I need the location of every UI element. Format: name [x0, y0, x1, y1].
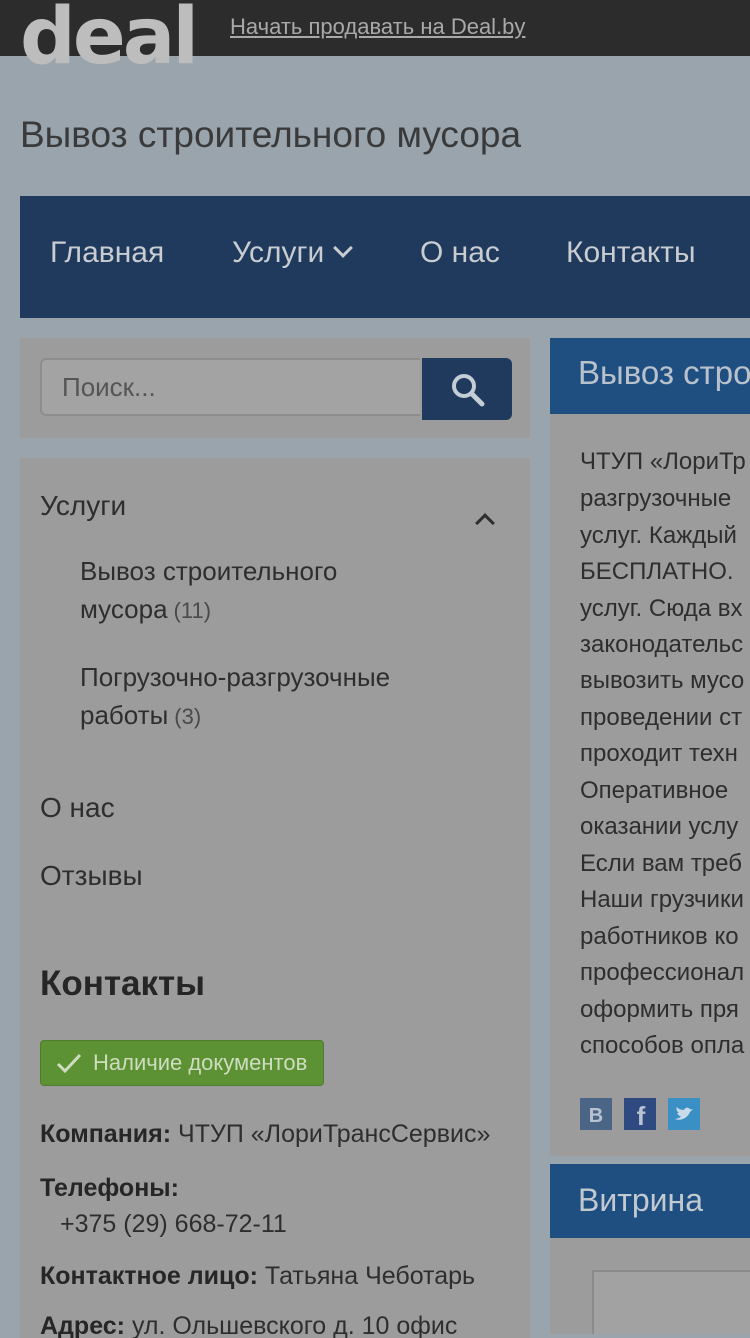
description-line: БЕСПЛАТНО.: [580, 558, 734, 585]
contacts-title: Контакты: [40, 964, 206, 1003]
description-line: ЧТУП «ЛориТр: [580, 448, 746, 475]
contact-person-value: Татьяна Чеботарь: [264, 1262, 476, 1290]
sidebar: Услуги Вывоз строительного мусора (11) По…: [20, 458, 530, 1338]
deal-logo[interactable]: deal: [20, 0, 199, 76]
address-info: Адрес: ул. Ольшевского д. 10 офис: [40, 1312, 457, 1338]
main-content-title: Вывоз стро: [578, 354, 750, 391]
subitem-label-line1: Погрузочно-разгрузочные: [80, 662, 391, 692]
description-line: Наши грузчики: [580, 886, 744, 913]
sidebar-item-about[interactable]: О нас: [40, 792, 115, 824]
subitem-label-line2: работы: [80, 700, 169, 730]
vkontakte-icon[interactable]: B: [580, 1098, 612, 1130]
contact-person-label: Контактное лицо:: [40, 1262, 258, 1290]
description-line: законодательс: [580, 631, 744, 658]
top-bar: deal Начать продавать на Deal.by: [0, 0, 750, 76]
description-line: проходит техн: [580, 740, 738, 767]
company-label: Компания:: [40, 1120, 172, 1148]
nav-item-contacts[interactable]: Контакты: [566, 236, 696, 270]
subitem-label-line2: мусора: [80, 594, 168, 624]
company-info: Компания: ЧТУП «ЛориТрансСервис»: [40, 1120, 490, 1149]
main-nav: Главная Услуги О нас Контакты: [20, 196, 750, 318]
description-line: работников ко: [580, 923, 739, 950]
main-content-body: ЧТУП «ЛориТр разгрузочные услуг. Каждый …: [550, 414, 750, 1156]
description-line: услуг. Сюда вх: [580, 595, 743, 622]
chevron-down-icon: [333, 238, 354, 258]
description-line: способов опла: [580, 1032, 745, 1059]
sidebar-item-services[interactable]: Услуги: [40, 490, 126, 522]
vitrina-header: Витрина: [550, 1164, 750, 1238]
description-line: Оперативное: [580, 777, 729, 804]
documents-badge-label: Наличие документов: [93, 1050, 308, 1075]
description-line: Если вам треб: [580, 850, 742, 877]
description-line: услуг. Каждый: [580, 522, 737, 549]
svg-text:B: B: [589, 1105, 603, 1127]
svg-text:f: f: [637, 1101, 646, 1130]
sidebar-item-reviews[interactable]: Отзывы: [40, 860, 143, 892]
product-card[interactable]: [592, 1270, 750, 1334]
documents-badge[interactable]: Наличие документов: [40, 1040, 325, 1086]
sidebar-subitem-loading-works[interactable]: Погрузочно-разгрузочные работы (3): [80, 658, 500, 736]
description-line: профессионал: [580, 959, 745, 986]
chevron-up-icon[interactable]: [475, 513, 495, 533]
nav-item-home[interactable]: Главная: [50, 236, 164, 270]
subitem-count: (11): [173, 598, 212, 623]
nav-item-about[interactable]: О нас: [420, 236, 500, 270]
description-line: оформить пря: [580, 996, 739, 1023]
subitem-count: (3): [174, 704, 202, 729]
phones-label: Телефоны:: [40, 1174, 179, 1203]
contact-person-info: Контактное лицо: Татьяна Чеботарь: [40, 1262, 475, 1291]
checkmark-icon: [56, 1053, 82, 1074]
search-input[interactable]: [40, 358, 420, 416]
company-value: ЧТУП «ЛориТрансСервис»: [178, 1120, 491, 1148]
description-line: вывозить мусо: [580, 667, 745, 694]
twitter-icon[interactable]: [668, 1098, 700, 1130]
description-line: разгрузочные: [580, 485, 732, 512]
nav-item-services[interactable]: Услуги: [232, 236, 354, 270]
site-title: Вывоз строительного мусора: [20, 114, 522, 155]
sidebar-subitem-construction-waste[interactable]: Вывоз строительного мусора (11): [80, 552, 500, 630]
facebook-icon[interactable]: f: [624, 1098, 656, 1130]
subitem-label-line1: Вывоз строительного: [80, 556, 338, 586]
main-content-header: Вывоз стро: [550, 338, 750, 414]
phones-label-text: Телефоны:: [40, 1174, 179, 1202]
vitrina-title: Витрина: [578, 1182, 704, 1218]
address-label: Адрес:: [40, 1312, 125, 1338]
vitrina-body: [550, 1238, 750, 1334]
start-selling-link[interactable]: Начать продавать на Deal.by: [230, 14, 525, 40]
search-icon: [452, 374, 485, 407]
nav-item-services-label: Услуги: [232, 236, 325, 269]
description-line: оказании услу: [580, 813, 739, 840]
phone-number[interactable]: +375 (29) 668-72-11: [60, 1210, 287, 1239]
search-panel: [20, 338, 530, 438]
search-button[interactable]: [422, 358, 512, 420]
address-value: ул. Ольшевского д. 10 офис: [131, 1312, 458, 1338]
description-line: проведении ст: [580, 704, 743, 731]
